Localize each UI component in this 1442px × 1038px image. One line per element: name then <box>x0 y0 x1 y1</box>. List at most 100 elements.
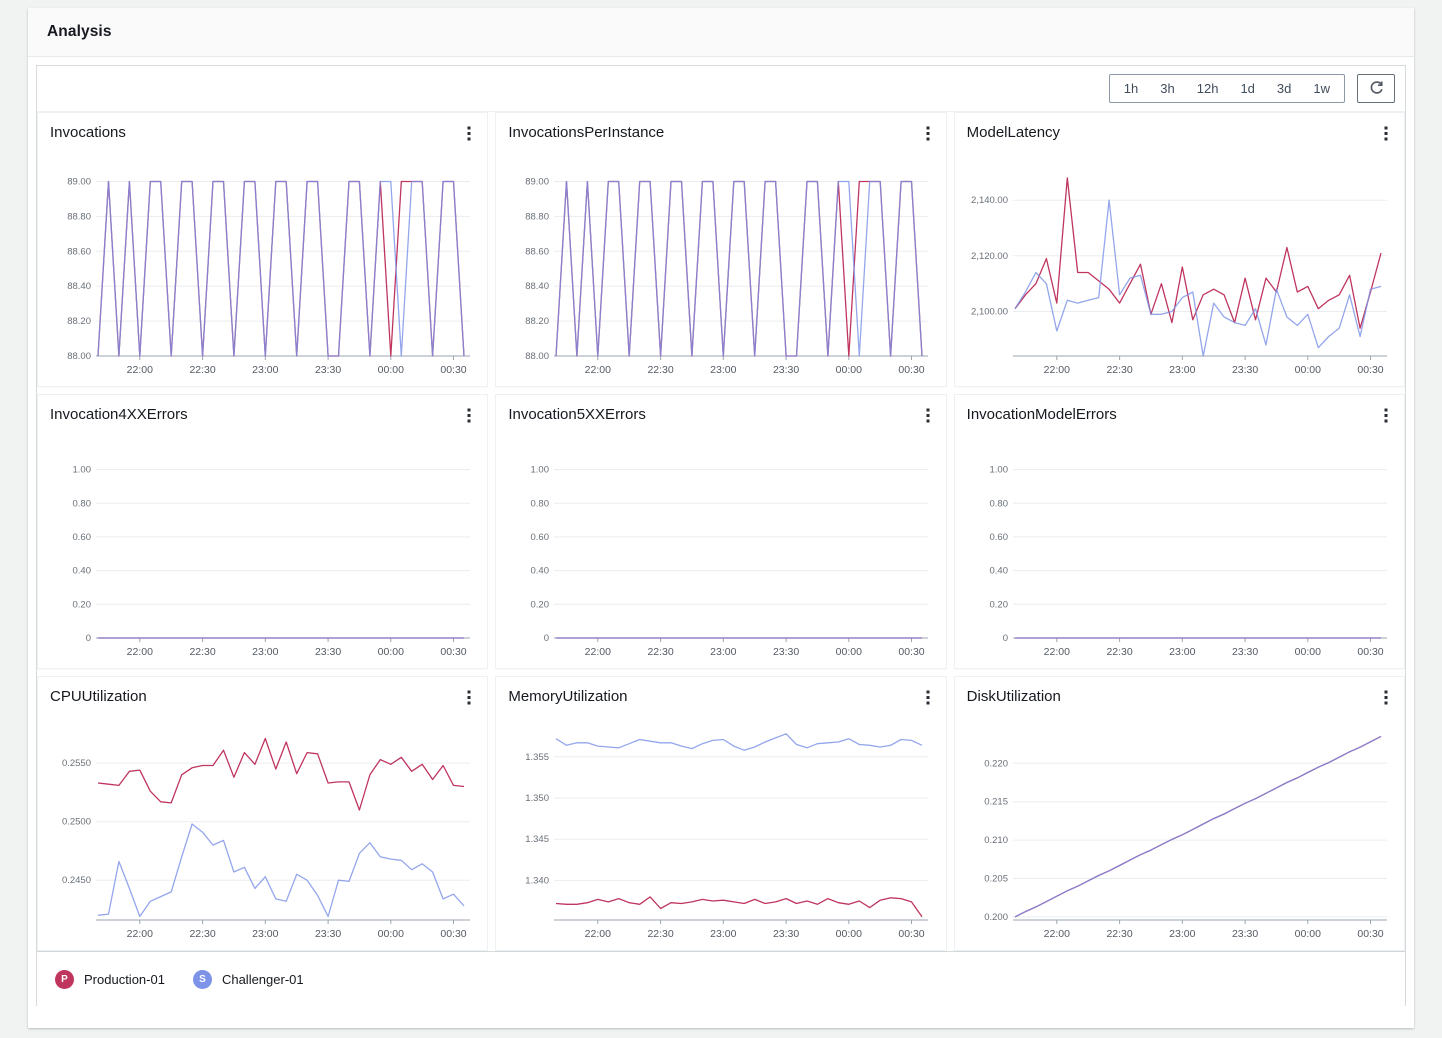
svg-text:88.40: 88.40 <box>67 281 91 292</box>
svg-text:1.340: 1.340 <box>526 875 550 886</box>
svg-text:0.20: 0.20 <box>73 599 92 610</box>
chart-panel-invocation-model-errors: InvocationModelErrors1.000.800.600.400.2… <box>955 395 1404 668</box>
chart-title-invocations-per-instance: InvocationsPerInstance <box>508 124 664 141</box>
svg-text:00:00: 00:00 <box>378 928 404 940</box>
chart-panel-model-latency: ModelLatency 2,140.002,120.002,100.0022:0… <box>955 113 1404 386</box>
svg-text:00:00: 00:00 <box>836 928 862 940</box>
chart-menu-button-memory-utilization[interactable] <box>917 686 939 708</box>
svg-text:00:00: 00:00 <box>1294 364 1320 376</box>
chart-canvas-invocation-model-errors: 1.000.800.600.400.20022:0022:3023:0023:3… <box>967 432 1393 666</box>
kebab-icon <box>1384 689 1388 705</box>
legend: PProduction-01 SChallenger-01 <box>37 951 1405 1007</box>
chart-canvas-disk-utilization: 0.2200.2150.2100.2050.20022:0022:3023:00… <box>967 714 1393 948</box>
svg-text:00:00: 00:00 <box>378 646 404 658</box>
svg-text:23:30: 23:30 <box>773 646 799 658</box>
svg-text:0.60: 0.60 <box>989 532 1008 543</box>
range-button-1h[interactable]: 1h <box>1113 76 1149 101</box>
chart-canvas-model-latency: 2,140.002,120.002,100.0022:0022:3023:002… <box>967 150 1393 384</box>
svg-text:0.60: 0.60 <box>73 532 92 543</box>
svg-text:88.60: 88.60 <box>67 246 91 257</box>
chart-title-model-latency: ModelLatency <box>967 124 1060 141</box>
chart-menu-button-invocations[interactable] <box>458 122 480 144</box>
svg-text:0.200: 0.200 <box>984 912 1008 923</box>
svg-text:00:30: 00:30 <box>440 364 466 376</box>
svg-text:00:00: 00:00 <box>836 364 862 376</box>
chart-title-disk-utilization: DiskUtilization <box>967 688 1061 705</box>
svg-text:00:30: 00:30 <box>899 364 925 376</box>
range-button-3d[interactable]: 3d <box>1266 76 1302 101</box>
kebab-icon <box>1384 407 1388 423</box>
svg-text:23:00: 23:00 <box>1169 928 1195 940</box>
toolbar: 1h3h12h1d3d1w <box>37 66 1405 112</box>
svg-text:0.40: 0.40 <box>989 566 1008 577</box>
svg-text:2,100.00: 2,100.00 <box>971 307 1008 318</box>
chart-canvas-invocation-4xx-errors: 1.000.800.600.400.20022:0022:3023:0023:3… <box>50 432 476 666</box>
chart-menu-button-invocation-4xx-errors[interactable] <box>458 404 480 426</box>
svg-text:22:00: 22:00 <box>585 928 611 940</box>
svg-text:22:30: 22:30 <box>189 928 215 940</box>
svg-text:0.2550: 0.2550 <box>62 758 91 769</box>
svg-text:0.2450: 0.2450 <box>62 875 91 886</box>
svg-text:22:30: 22:30 <box>648 364 674 376</box>
chart-menu-button-disk-utilization[interactable] <box>1375 686 1397 708</box>
svg-text:0.80: 0.80 <box>989 498 1008 509</box>
kebab-icon <box>467 125 471 141</box>
legend-item-production-01[interactable]: PProduction-01 <box>55 970 165 989</box>
svg-text:88.20: 88.20 <box>67 316 91 327</box>
svg-text:22:30: 22:30 <box>189 646 215 658</box>
chart-panel-invocation-5xx-errors: Invocation5XXErrors1.000.800.600.400.200… <box>496 395 945 668</box>
range-button-1d[interactable]: 1d <box>1229 76 1265 101</box>
dashboard-container: 1h3h12h1d3d1w Invocations89.0088.8088.60… <box>36 65 1406 1006</box>
legend-label: Challenger-01 <box>222 972 304 987</box>
range-button-12h[interactable]: 12h <box>1186 76 1230 101</box>
refresh-button[interactable] <box>1357 74 1395 103</box>
chart-panel-memory-utilization: MemoryUtilization1.3551.3501.3451.34022:… <box>496 677 945 950</box>
kebab-icon <box>926 689 930 705</box>
svg-text:88.00: 88.00 <box>526 351 550 362</box>
chart-panel-invocation-4xx-errors: Invocation4XXErrors1.000.800.600.400.200… <box>38 395 487 668</box>
chart-canvas-invocations: 89.0088.8088.6088.4088.2088.0022:0022:30… <box>50 150 476 384</box>
chart-menu-button-cpu-utilization[interactable] <box>458 686 480 708</box>
svg-text:2,140.00: 2,140.00 <box>971 195 1008 206</box>
chart-canvas-invocations-per-instance: 89.0088.8088.6088.4088.2088.0022:0022:30… <box>508 150 934 384</box>
svg-text:0: 0 <box>1002 633 1007 644</box>
svg-text:0.80: 0.80 <box>531 498 550 509</box>
svg-text:00:00: 00:00 <box>836 646 862 658</box>
svg-text:0.20: 0.20 <box>531 599 550 610</box>
svg-text:22:00: 22:00 <box>1043 646 1069 658</box>
legend-item-challenger-01[interactable]: SChallenger-01 <box>193 970 304 989</box>
svg-text:0.60: 0.60 <box>531 532 550 543</box>
svg-text:22:00: 22:00 <box>585 646 611 658</box>
chart-title-memory-utilization: MemoryUtilization <box>508 688 627 705</box>
svg-text:00:30: 00:30 <box>899 646 925 658</box>
svg-text:0.80: 0.80 <box>73 498 92 509</box>
page-title: Analysis <box>47 23 112 41</box>
chart-title-invocation-5xx-errors: Invocation5XXErrors <box>508 406 646 423</box>
svg-text:23:00: 23:00 <box>252 364 278 376</box>
kebab-icon <box>467 689 471 705</box>
time-range-selector: 1h3h12h1d3d1w <box>1109 74 1345 103</box>
svg-text:00:00: 00:00 <box>378 364 404 376</box>
charts-grid: Invocations89.0088.8088.6088.4088.2088.0… <box>37 112 1405 951</box>
svg-text:0.40: 0.40 <box>73 566 92 577</box>
chart-menu-button-invocations-per-instance[interactable] <box>917 122 939 144</box>
chart-canvas-memory-utilization: 1.3551.3501.3451.34022:0022:3023:0023:30… <box>508 714 934 948</box>
chart-menu-button-model-latency[interactable] <box>1375 122 1397 144</box>
range-button-3h[interactable]: 3h <box>1149 76 1185 101</box>
chart-menu-button-invocation-model-errors[interactable] <box>1375 404 1397 426</box>
svg-text:1.345: 1.345 <box>526 834 550 845</box>
svg-text:23:00: 23:00 <box>710 364 736 376</box>
svg-text:00:30: 00:30 <box>1357 646 1383 658</box>
svg-text:89.00: 89.00 <box>67 177 91 188</box>
svg-text:23:30: 23:30 <box>773 928 799 940</box>
range-button-1w[interactable]: 1w <box>1302 76 1341 101</box>
svg-text:23:30: 23:30 <box>1232 364 1258 376</box>
svg-text:00:30: 00:30 <box>1357 364 1383 376</box>
svg-text:1.350: 1.350 <box>526 793 550 804</box>
svg-text:00:30: 00:30 <box>1357 928 1383 940</box>
chart-menu-button-invocation-5xx-errors[interactable] <box>917 404 939 426</box>
svg-text:23:30: 23:30 <box>1232 928 1258 940</box>
svg-text:23:00: 23:00 <box>1169 646 1195 658</box>
svg-text:0: 0 <box>544 633 549 644</box>
svg-text:23:30: 23:30 <box>315 646 341 658</box>
